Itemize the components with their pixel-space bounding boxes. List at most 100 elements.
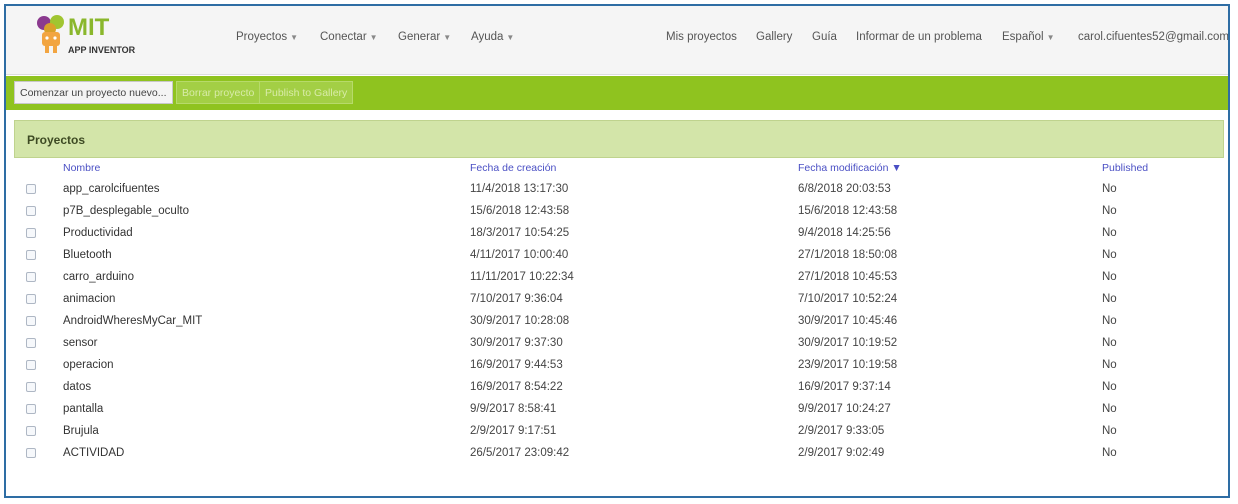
modified-date: 9/4/2018 14:25:56 bbox=[798, 227, 891, 239]
panel-title: Proyectos bbox=[27, 133, 86, 147]
column-header-created[interactable]: Fecha de creación bbox=[470, 162, 556, 174]
table-row[interactable]: datos 16/9/2017 8:54:22 16/9/2017 9:37:14 N… bbox=[6, 378, 1228, 398]
created-date: 9/9/2017 8:58:41 bbox=[470, 403, 557, 415]
table-row[interactable]: carro_arduino 11/11/2017 10:22:34 27/1/201… bbox=[6, 268, 1228, 288]
table-row[interactable]: pantalla 9/9/2017 8:58:41 9/9/2017 10:24:2… bbox=[6, 400, 1228, 420]
nav-guide[interactable]: Guía bbox=[812, 31, 837, 43]
row-checkbox[interactable] bbox=[26, 206, 36, 216]
table-row[interactable]: sensor 30/9/2017 9:37:30 30/9/2017 10:19:5… bbox=[6, 334, 1228, 354]
row-checkbox[interactable] bbox=[26, 250, 36, 260]
published-status: No bbox=[1102, 183, 1117, 195]
menu-label: Proyectos bbox=[236, 31, 288, 43]
menu-label: carol.cifuentes52@gmail.com bbox=[1078, 31, 1230, 43]
android-robot-icon bbox=[37, 15, 64, 53]
projects-panel-header: Proyectos bbox=[14, 120, 1224, 158]
row-checkbox[interactable] bbox=[26, 184, 36, 194]
modified-date: 27/1/2018 18:50:08 bbox=[798, 249, 898, 261]
nav-report-problem[interactable]: Informar de un problema bbox=[856, 31, 982, 43]
table-row[interactable]: p7B_desplegable_oculto 15/6/2018 12:43:58… bbox=[6, 202, 1228, 222]
table-row[interactable]: AndroidWheresMyCar_MIT 30/9/2017 10:28:08… bbox=[6, 312, 1228, 332]
published-status: No bbox=[1102, 271, 1117, 283]
row-checkbox[interactable] bbox=[26, 272, 36, 282]
project-name[interactable]: AndroidWheresMyCar_MIT bbox=[63, 315, 202, 327]
menu-label: Conectar bbox=[320, 31, 367, 43]
caret-down-icon: ▼ bbox=[506, 33, 515, 42]
row-checkbox[interactable] bbox=[26, 426, 36, 436]
row-checkbox[interactable] bbox=[26, 316, 36, 326]
created-date: 4/11/2017 10:00:40 bbox=[470, 249, 569, 261]
project-name[interactable]: Productividad bbox=[63, 227, 133, 239]
row-checkbox[interactable] bbox=[26, 294, 36, 304]
published-status: No bbox=[1102, 381, 1117, 393]
modified-date: 2/9/2017 9:33:05 bbox=[798, 425, 885, 437]
caret-down-icon: ▼ bbox=[443, 33, 452, 42]
project-name[interactable]: Bluetooth bbox=[63, 249, 112, 261]
app-inventor-logo[interactable]: MIT APP INVENTOR bbox=[36, 12, 156, 64]
menu-ayuda[interactable]: Ayuda ▼ bbox=[471, 31, 514, 43]
row-checkbox[interactable] bbox=[26, 448, 36, 458]
created-date: 30/9/2017 9:37:30 bbox=[470, 337, 563, 349]
table-row[interactable]: Brujula 2/9/2017 9:17:51 2/9/2017 9:33:05 N… bbox=[6, 422, 1228, 442]
caret-down-icon: ▼ bbox=[369, 33, 378, 42]
published-status: No bbox=[1102, 447, 1117, 459]
published-status: No bbox=[1102, 205, 1117, 217]
project-name[interactable]: pantalla bbox=[63, 403, 103, 415]
modified-date: 7/10/2017 10:52:24 bbox=[798, 293, 898, 305]
created-date: 11/11/2017 10:22:34 bbox=[470, 271, 574, 283]
table-row[interactable]: app_carolcifuentes 11/4/2018 13:17:30 6/8/… bbox=[6, 180, 1228, 200]
modified-date: 2/9/2017 9:02:49 bbox=[798, 447, 885, 459]
table-row[interactable]: operacion 16/9/2017 9:44:53 23/9/2017 10:1… bbox=[6, 356, 1228, 376]
row-checkbox[interactable] bbox=[26, 338, 36, 348]
menu-proyectos[interactable]: Proyectos ▼ bbox=[236, 31, 298, 43]
column-header-name[interactable]: Nombre bbox=[63, 162, 100, 174]
column-header-published[interactable]: Published bbox=[1102, 162, 1148, 174]
logo-subtitle: APP INVENTOR bbox=[68, 45, 136, 55]
created-date: 26/5/2017 23:09:42 bbox=[470, 447, 570, 459]
table-row[interactable]: Productividad 18/3/2017 10:54:25 9/4/2018 … bbox=[6, 224, 1228, 244]
project-name[interactable]: operacion bbox=[63, 359, 114, 371]
row-checkbox[interactable] bbox=[26, 228, 36, 238]
created-date: 18/3/2017 10:54:25 bbox=[470, 227, 570, 239]
nav-my-projects[interactable]: Mis proyectos bbox=[666, 31, 737, 43]
created-date: 2/9/2017 9:17:51 bbox=[470, 425, 557, 437]
modified-date: 30/9/2017 10:19:52 bbox=[798, 337, 898, 349]
published-status: No bbox=[1102, 359, 1117, 371]
row-checkbox[interactable] bbox=[26, 360, 36, 370]
created-date: 7/10/2017 9:36:04 bbox=[470, 293, 563, 305]
created-date: 15/6/2018 12:43:58 bbox=[470, 205, 570, 217]
project-name[interactable]: datos bbox=[63, 381, 91, 393]
row-checkbox[interactable] bbox=[26, 382, 36, 392]
project-name[interactable]: ACTIVIDAD bbox=[63, 447, 124, 459]
project-name[interactable]: animacion bbox=[63, 293, 115, 305]
created-date: 16/9/2017 8:54:22 bbox=[470, 381, 563, 393]
table-row[interactable]: Bluetooth 4/11/2017 10:00:40 27/1/2018 18:… bbox=[6, 246, 1228, 266]
column-header-modified[interactable]: Fecha modificación ▼ bbox=[798, 162, 902, 174]
account-menu[interactable]: carol.cifuentes52@gmail.com▼ bbox=[1078, 31, 1230, 43]
delete-project-button[interactable]: Borrar proyecto bbox=[176, 81, 261, 104]
nav-gallery[interactable]: Gallery bbox=[756, 31, 792, 43]
published-status: No bbox=[1102, 403, 1117, 415]
project-name[interactable]: app_carolcifuentes bbox=[63, 183, 160, 195]
language-menu[interactable]: Español ▼ bbox=[1002, 31, 1054, 43]
published-status: No bbox=[1102, 293, 1117, 305]
table-row[interactable]: ACTIVIDAD 26/5/2017 23:09:42 2/9/2017 9:02… bbox=[6, 444, 1228, 464]
project-name[interactable]: carro_arduino bbox=[63, 271, 134, 283]
modified-date: 9/9/2017 10:24:27 bbox=[798, 403, 891, 415]
caret-down-icon: ▼ bbox=[1046, 33, 1055, 42]
menu-label: Español bbox=[1002, 31, 1044, 43]
publish-gallery-button[interactable]: Publish to Gallery bbox=[259, 81, 354, 104]
published-status: No bbox=[1102, 249, 1117, 261]
project-name[interactable]: sensor bbox=[63, 337, 98, 349]
caret-down-icon: ▼ bbox=[290, 33, 299, 42]
project-name[interactable]: Brujula bbox=[63, 425, 99, 437]
new-project-button[interactable]: Comenzar un proyecto nuevo... bbox=[14, 81, 173, 104]
modified-date: 30/9/2017 10:45:46 bbox=[798, 315, 898, 327]
project-name[interactable]: p7B_desplegable_oculto bbox=[63, 205, 189, 217]
menu-label: Generar bbox=[398, 31, 441, 43]
row-checkbox[interactable] bbox=[26, 404, 36, 414]
published-status: No bbox=[1102, 337, 1117, 349]
table-row[interactable]: animacion 7/10/2017 9:36:04 7/10/2017 10:5… bbox=[6, 290, 1228, 310]
menu-generar[interactable]: Generar ▼ bbox=[398, 31, 451, 43]
menu-conectar[interactable]: Conectar ▼ bbox=[320, 31, 378, 43]
top-navbar: MIT APP INVENTOR Proyectos ▼ Conectar ▼ Ge… bbox=[6, 6, 1228, 75]
